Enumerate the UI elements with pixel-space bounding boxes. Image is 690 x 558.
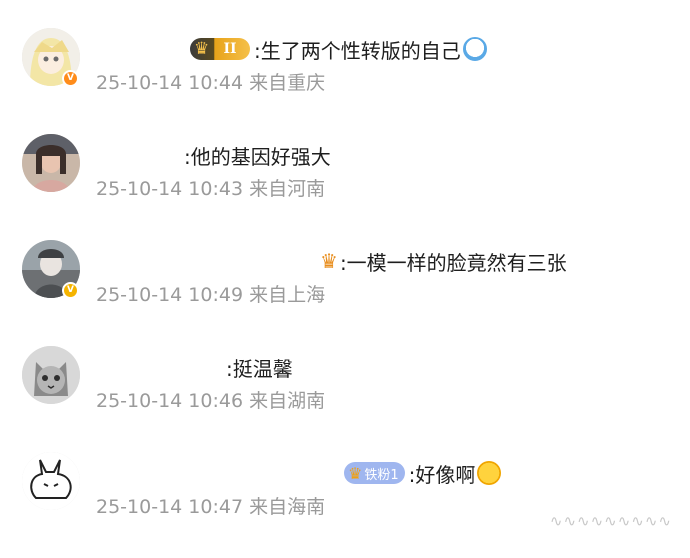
comment-line: ♛ :一模一样的脸竟然有三张 xyxy=(320,246,567,276)
member-crown-badge-icon: ♛ II xyxy=(190,38,250,60)
avatar-rabbit-doodle-image xyxy=(22,452,80,510)
user-avatar[interactable] xyxy=(22,346,80,404)
verified-badge-icon: V xyxy=(62,282,79,299)
comment-text: :挺温馨 xyxy=(226,356,293,381)
comment-item: V ♛ :一模一样的脸竟然有三张 25-10-14 10:49 来自上海 xyxy=(0,240,690,346)
crown-icon: ♛ xyxy=(348,463,363,483)
comment-item: V ♛ II :生了两个性转版的自己 25-10-14 10:44 来自重庆 xyxy=(0,28,690,134)
comment-text: :他的基因好强大 xyxy=(184,144,331,169)
fan-badge-label: 铁粉1 xyxy=(364,467,399,483)
crown-level-badge-icon: ♛ xyxy=(320,249,338,273)
fan-badge: ♛ 铁粉1 xyxy=(344,462,405,484)
crown-icon: ♛ xyxy=(194,39,210,59)
comment-meta: 25-10-14 10:47 来自海南 xyxy=(96,496,326,518)
crying-emoji-icon xyxy=(477,461,502,485)
user-avatar[interactable] xyxy=(22,134,80,192)
comment-meta: 25-10-14 10:44 来自重庆 xyxy=(96,72,326,94)
comment-line: ♛ II :生了两个性转版的自己 xyxy=(190,34,487,64)
comment-item: ♛ 铁粉1 :好像啊 25-10-14 10:47 来自海南 xyxy=(0,452,690,558)
snowman-emoji-icon xyxy=(462,37,487,61)
comment-line: :他的基因好强大 xyxy=(184,140,331,170)
comment-item: :他的基因好强大 25-10-14 10:43 来自河南 xyxy=(0,134,690,240)
comment-meta: 25-10-14 10:46 来自湖南 xyxy=(96,390,326,412)
avatar-cat-sketch-image xyxy=(22,346,80,404)
comment-text: :一模一样的脸竟然有三张 xyxy=(339,250,567,275)
verified-badge-icon: V xyxy=(62,70,79,87)
user-avatar[interactable] xyxy=(22,452,80,510)
comment-item: :挺温馨 25-10-14 10:46 来自湖南 xyxy=(0,346,690,452)
watermark: ∿∿∿∿∿∿∿∿∿ xyxy=(549,512,672,530)
comment-meta: 25-10-14 10:49 来自上海 xyxy=(96,284,326,306)
avatar-photo-woman-image xyxy=(22,134,80,192)
comment-text: :好像啊 xyxy=(408,462,476,487)
badge-level-text: II xyxy=(223,41,237,57)
comment-text: :生了两个性转版的自己 xyxy=(254,38,461,63)
comment-line: ♛ 铁粉1 :好像啊 xyxy=(344,458,502,488)
comment-meta: 25-10-14 10:43 来自河南 xyxy=(96,178,326,200)
comment-line: :挺温馨 xyxy=(226,352,293,382)
